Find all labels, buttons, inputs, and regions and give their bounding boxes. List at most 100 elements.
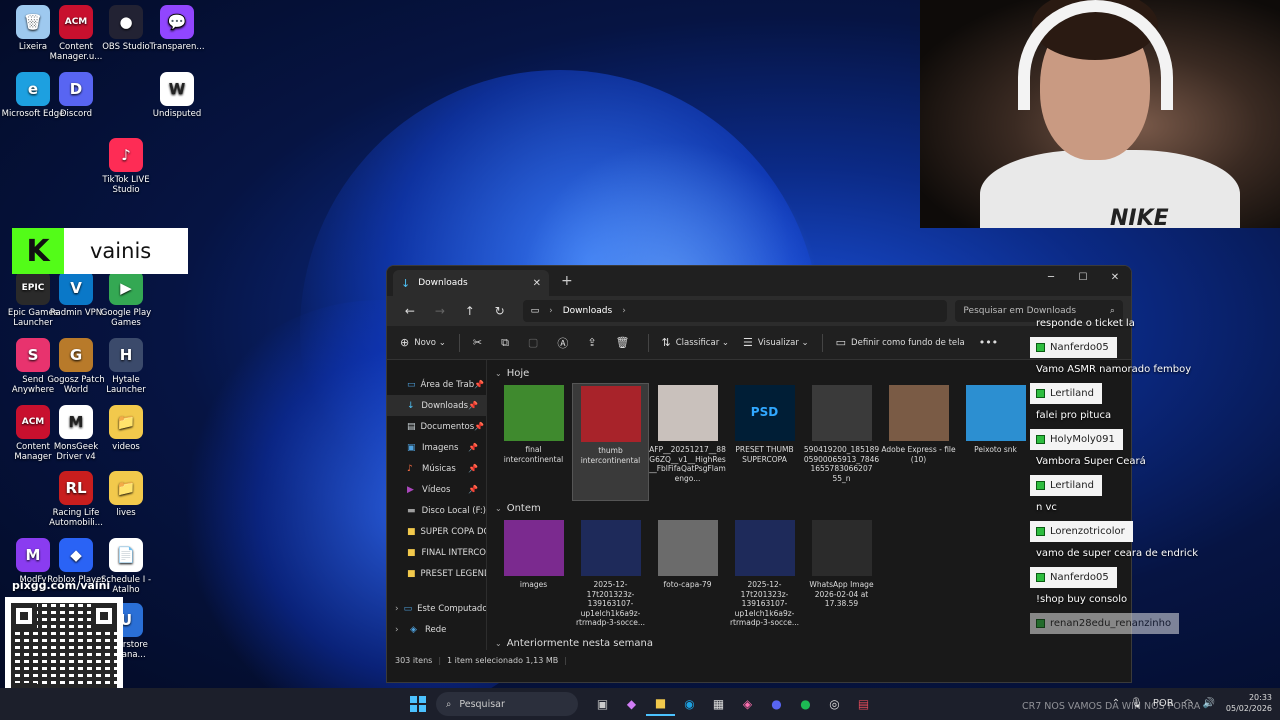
file-explorer-icon[interactable]: ■: [646, 692, 675, 716]
breadcrumb-downloads[interactable]: Downloads: [563, 306, 612, 316]
content-manager-icon: ACM: [59, 5, 93, 39]
more-options-button[interactable]: •••: [979, 336, 1003, 349]
photos-icon[interactable]: ◈: [733, 692, 762, 716]
file-thumbnail: [734, 520, 795, 576]
sidebar-item-6[interactable]: ▬ Disco Local (F:): [387, 500, 486, 521]
sidebar-item-0[interactable]: ▭ Área de Trab 📌: [387, 374, 486, 395]
file-item[interactable]: images: [495, 518, 572, 636]
start-button[interactable]: [410, 696, 426, 712]
rename-icon: Ⓐ: [557, 336, 569, 350]
address-bar[interactable]: ▭ › Downloads ›: [522, 300, 948, 322]
desktop-icon-label: Google Play Games: [100, 308, 152, 328]
clock[interactable]: 20:33 05/02/2026: [1226, 692, 1272, 714]
group-title: Hoje: [506, 368, 530, 379]
desktop-icon-18[interactable]: 📁 lives: [93, 471, 159, 518]
file-item[interactable]: AFP__20251217__88G6ZQ__v1__HighRes__FblF…: [649, 383, 726, 501]
kick-logo: K: [12, 228, 64, 274]
chevron-right-icon: ›: [549, 306, 553, 316]
file-thumbnail: [503, 520, 564, 576]
chat-badge-icon: [1036, 435, 1045, 444]
sidebar-item-9[interactable]: ■ PRESET LEGEND: [387, 563, 486, 584]
file-item[interactable]: 590419200_18518905900065913_784616557830…: [803, 383, 880, 501]
desktop-icon-6[interactable]: W Undisputed: [144, 72, 210, 119]
sidebar-item-1[interactable]: ↓ Downloads 📌: [387, 395, 486, 416]
share-icon: ⇪: [587, 336, 597, 349]
sort-icon: ⇅: [661, 336, 671, 349]
forward-icon[interactable]: →: [425, 304, 455, 318]
file-item[interactable]: foto-capa-79: [649, 518, 726, 636]
edge-icon[interactable]: ◉: [675, 692, 704, 716]
cut-button[interactable]: ✂: [473, 336, 487, 349]
maximize-icon[interactable]: ☐: [1067, 266, 1099, 288]
desktop-icon-16[interactable]: 📁 videos: [93, 405, 159, 452]
chevron-right-icon[interactable]: ›: [395, 604, 399, 614]
file-item[interactable]: final intercontinental: [495, 383, 572, 501]
set-wallpaper-button[interactable]: ▭ Definir como fundo de tela: [836, 336, 965, 349]
taskbar-search[interactable]: ⌕ Pesquisar: [436, 692, 578, 716]
group-header[interactable]: ⌄ Hoje: [495, 368, 1123, 379]
new-button[interactable]: ⊕ Novo ⌄: [400, 336, 446, 349]
desktop-icon-7[interactable]: ♪ TikTok LIVE Studio: [93, 138, 159, 195]
sidebar-item-label: Documentos: [420, 421, 475, 432]
file-item[interactable]: 2025-12-17t201323z-139163107-up1elch1k6a…: [572, 518, 649, 636]
minimize-icon[interactable]: ─: [1035, 266, 1067, 288]
close-icon[interactable]: ✕: [1099, 266, 1131, 288]
game-icon: G: [59, 338, 93, 372]
file-thumbnail: [657, 520, 718, 576]
sidebar-item-8[interactable]: ■ FINAL INTERCO: [387, 542, 486, 563]
discord-icon[interactable]: ●: [762, 692, 791, 716]
kick-overlay: K vainis: [12, 228, 188, 274]
sidebar-section-0[interactable]: › ▭ Este Computador: [387, 598, 486, 619]
desktop-icon-label: Hytale Launcher: [106, 375, 146, 395]
desktop-icon-13[interactable]: H Hytale Launcher: [93, 338, 159, 395]
store-icon[interactable]: ▦: [704, 692, 733, 716]
chevron-right-icon[interactable]: ›: [395, 625, 405, 635]
refresh-icon[interactable]: ↻: [485, 304, 515, 318]
file-item[interactable]: 2025-12-17t201323z-139163107-up1elch1k6a…: [726, 518, 803, 636]
copilot-icon[interactable]: ◆: [617, 692, 646, 716]
volume-icon[interactable]: 🔊: [1202, 698, 1214, 709]
spotify-icon[interactable]: ●: [791, 692, 820, 716]
desktop-icon-10[interactable]: ▶ Google Play Games: [93, 271, 159, 328]
sort-button[interactable]: ⇅ Classificar ⌄: [662, 336, 730, 349]
paste-button[interactable]: ▢: [528, 336, 543, 349]
file-item[interactable]: WhatsApp Image 2026-02-04 at 17.38.59: [803, 518, 880, 636]
view-button[interactable]: ☰ Visualizar ⌄: [743, 336, 809, 349]
sidebar-item-7[interactable]: ■ SUPER COPA DO: [387, 521, 486, 542]
sidebar-item-2[interactable]: ▤ Documentos 📌: [387, 416, 486, 437]
sidebar-item-4[interactable]: ♪ Músicas 📌: [387, 458, 486, 479]
chat-app-icon[interactable]: ▤: [849, 692, 878, 716]
rename-button[interactable]: Ⓐ: [557, 335, 573, 351]
sidebar-item-label: Vídeos: [422, 484, 451, 495]
group-header[interactable]: ⌄ Ontem: [495, 503, 1123, 514]
file-item[interactable]: Adobe Express - file (10): [880, 383, 957, 501]
desktop-icon: ▭: [407, 379, 416, 390]
pin-icon: 📌: [468, 401, 478, 410]
tab-title: Downloads: [418, 278, 468, 288]
tab-downloads[interactable]: ↓ Downloads ✕: [393, 270, 549, 296]
file-name: Peixoto snk: [974, 445, 1017, 454]
new-tab-button[interactable]: +: [561, 273, 573, 289]
back-icon[interactable]: ←: [395, 304, 425, 318]
obs-icon[interactable]: ◎: [820, 692, 849, 716]
chevron-down-icon: ⌄: [495, 504, 502, 513]
chevron-right-icon: ›: [622, 306, 626, 316]
up-icon[interactable]: ↑: [455, 304, 485, 318]
delete-button[interactable]: 🗑: [616, 336, 635, 349]
desktop-icon-5[interactable]: D Discord: [43, 72, 109, 119]
sidebar-item-5[interactable]: ▶ Vídeos 📌: [387, 479, 486, 500]
file-item[interactable]: Peixoto snk: [957, 383, 1034, 501]
share-button[interactable]: ⇪: [587, 336, 601, 349]
sidebar-section-1[interactable]: › ◈ Rede: [387, 619, 486, 640]
file-item[interactable]: PSD PRESET THUMB SUPERCOPA: [726, 383, 803, 501]
group-header[interactable]: ⌄ Anteriormente nesta semana: [495, 638, 1123, 649]
copy-button[interactable]: ⧉: [501, 336, 514, 350]
sidebar-item-3[interactable]: ▣ Imagens 📌: [387, 437, 486, 458]
folder-icon: ■: [407, 568, 416, 579]
pin-icon: 📌: [468, 464, 478, 473]
task-view-icon[interactable]: ▣: [588, 692, 617, 716]
folder-icon: ■: [407, 526, 416, 537]
desktop-icon-3[interactable]: 💬 Transparen...: [144, 5, 210, 52]
close-tab-icon[interactable]: ✕: [533, 278, 541, 289]
file-item[interactable]: thumb intercontinental: [572, 383, 649, 501]
